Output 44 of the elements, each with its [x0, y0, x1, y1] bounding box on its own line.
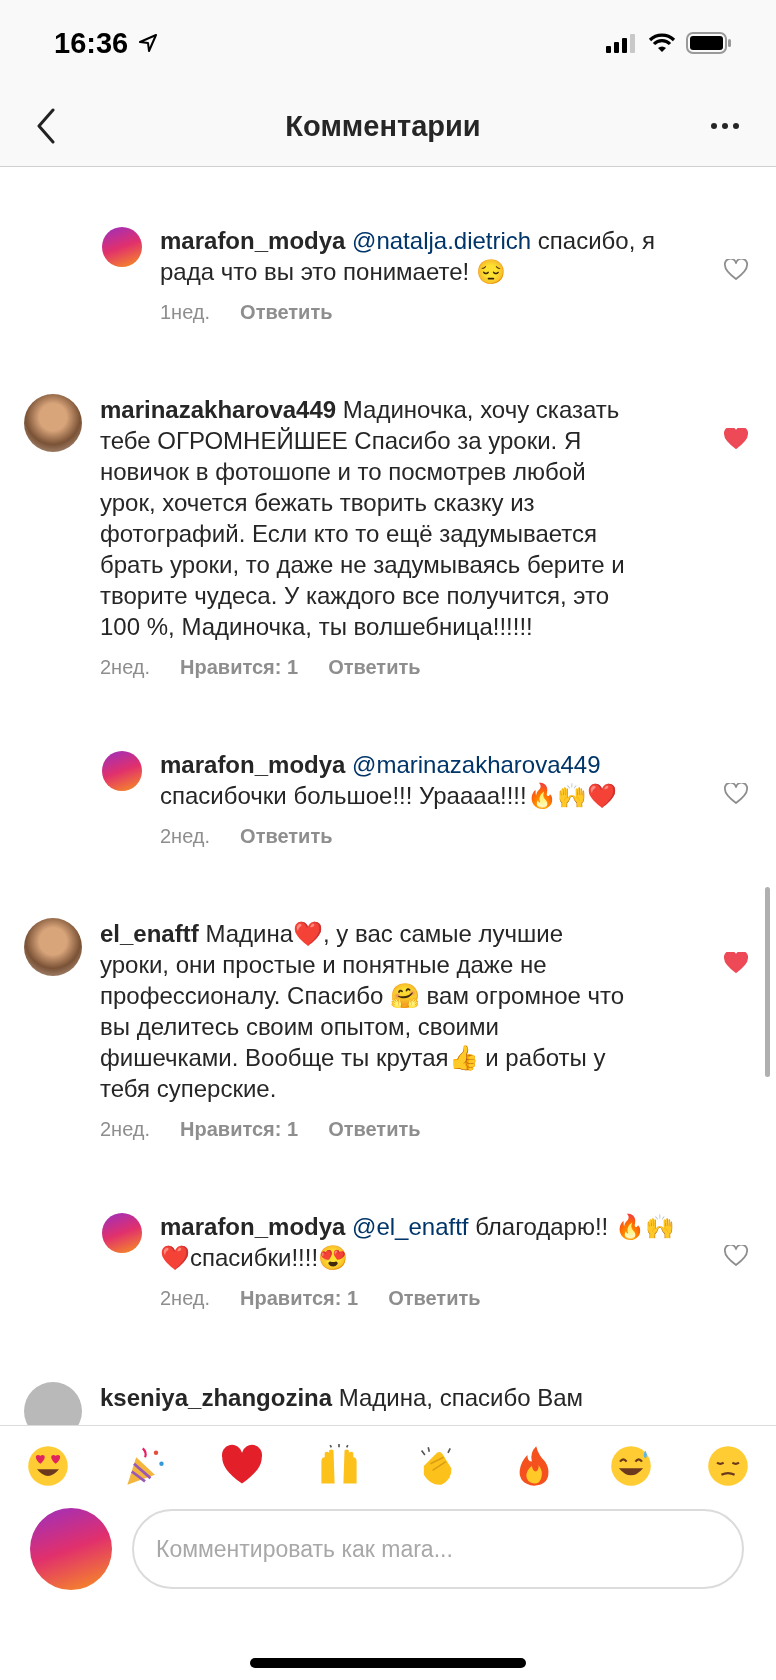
- comment-text: marafon_modya @marinazakharova449 спасибочки большое!!! Ураааа!!!!🔥🙌❤: [160, 750, 618, 811]
- comment-text: marafon_modya @natalja.dietrich спасибо, я рада что вы это понимаете! 😔: [160, 226, 657, 287]
- reply-link[interactable]: Ответить: [328, 656, 421, 679]
- avatar[interactable]: [24, 394, 82, 452]
- comment-text: marinazakharova449 Мадиночка, хочу сказать тебе ОГРОМНЕЙШЕЕ Спасибо за уроки. Я новичок в фотошопе и то посмотрев любой урок, хочется бежать творить сказку из фотографий. Если кто то ещё задумывается брать уроки, то даже не задумываясь берите и творите чудеса. У каждого все получится, это 100 %, Мадиночка, ты волшебница!!!!!!: [100, 395, 626, 642]
- location-arrow-icon: [138, 33, 159, 53]
- like-heart-icon[interactable]: [724, 952, 748, 974]
- comment-time: 2нед.: [100, 656, 151, 679]
- like-heart-icon[interactable]: [724, 1245, 748, 1267]
- like-heart-icon[interactable]: [724, 783, 748, 805]
- mention-link[interactable]: @el_enaftf: [352, 1213, 469, 1240]
- back-icon[interactable]: [36, 108, 56, 144]
- reply-link[interactable]: Ответить: [388, 1287, 481, 1310]
- avatar[interactable]: [102, 1213, 142, 1253]
- pensive-emoji-icon[interactable]: [706, 1444, 750, 1488]
- comment-text: kseniya_zhangozina Мадина, спасибо Вам: [100, 1383, 585, 1413]
- avatar[interactable]: [24, 918, 82, 976]
- reply-link[interactable]: Ответить: [240, 301, 333, 324]
- comment-time: 2нед.: [100, 1118, 151, 1141]
- page-title: Комментарии: [285, 109, 481, 143]
- mention-link[interactable]: @marinazakharova449: [352, 751, 601, 778]
- reply-link[interactable]: Ответить: [240, 825, 333, 848]
- comment-input-field[interactable]: Комментировать как mara...: [132, 1509, 744, 1589]
- status-time: 16:36: [54, 26, 129, 60]
- comment-time: 2нед.: [160, 1287, 211, 1310]
- sweat-smile-emoji-icon[interactable]: [608, 1444, 653, 1488]
- battery-icon: [686, 32, 732, 54]
- likes-count-link[interactable]: Нравится: 1: [180, 656, 299, 679]
- like-heart-icon[interactable]: [724, 259, 748, 281]
- avatar[interactable]: [102, 751, 142, 791]
- likes-count-link[interactable]: Нравится: 1: [240, 1287, 359, 1310]
- reply-link[interactable]: Ответить: [328, 1118, 421, 1141]
- comment-text: el_enaftf Мадина❤, у вас самые лучшие уроки, они простые и понятные даже не профессионалу. Спасибо 🤗 вам огромное что вы делитесь своим опытом, своими фишечками. Вообще ты крутая👍 и работы у тебя суперские.: [100, 919, 626, 1104]
- like-heart-icon[interactable]: [724, 428, 748, 450]
- more-options-icon[interactable]: [710, 122, 740, 130]
- comment-time: 2нед.: [160, 825, 211, 848]
- comment-text: marafon_modya @el_enaftf благодарю!! 🔥🙌❤спасибки!!!!😍: [160, 1212, 676, 1273]
- mention-link[interactable]: @natalja.dietrich: [352, 227, 532, 254]
- heart-eyes-emoji-icon[interactable]: [26, 1444, 70, 1488]
- signal-icon: [606, 33, 638, 53]
- comment-time: 1нед.: [160, 301, 211, 324]
- wifi-icon: [648, 33, 676, 53]
- likes-count-link[interactable]: Нравится: 1: [180, 1118, 299, 1141]
- avatar[interactable]: [102, 227, 142, 267]
